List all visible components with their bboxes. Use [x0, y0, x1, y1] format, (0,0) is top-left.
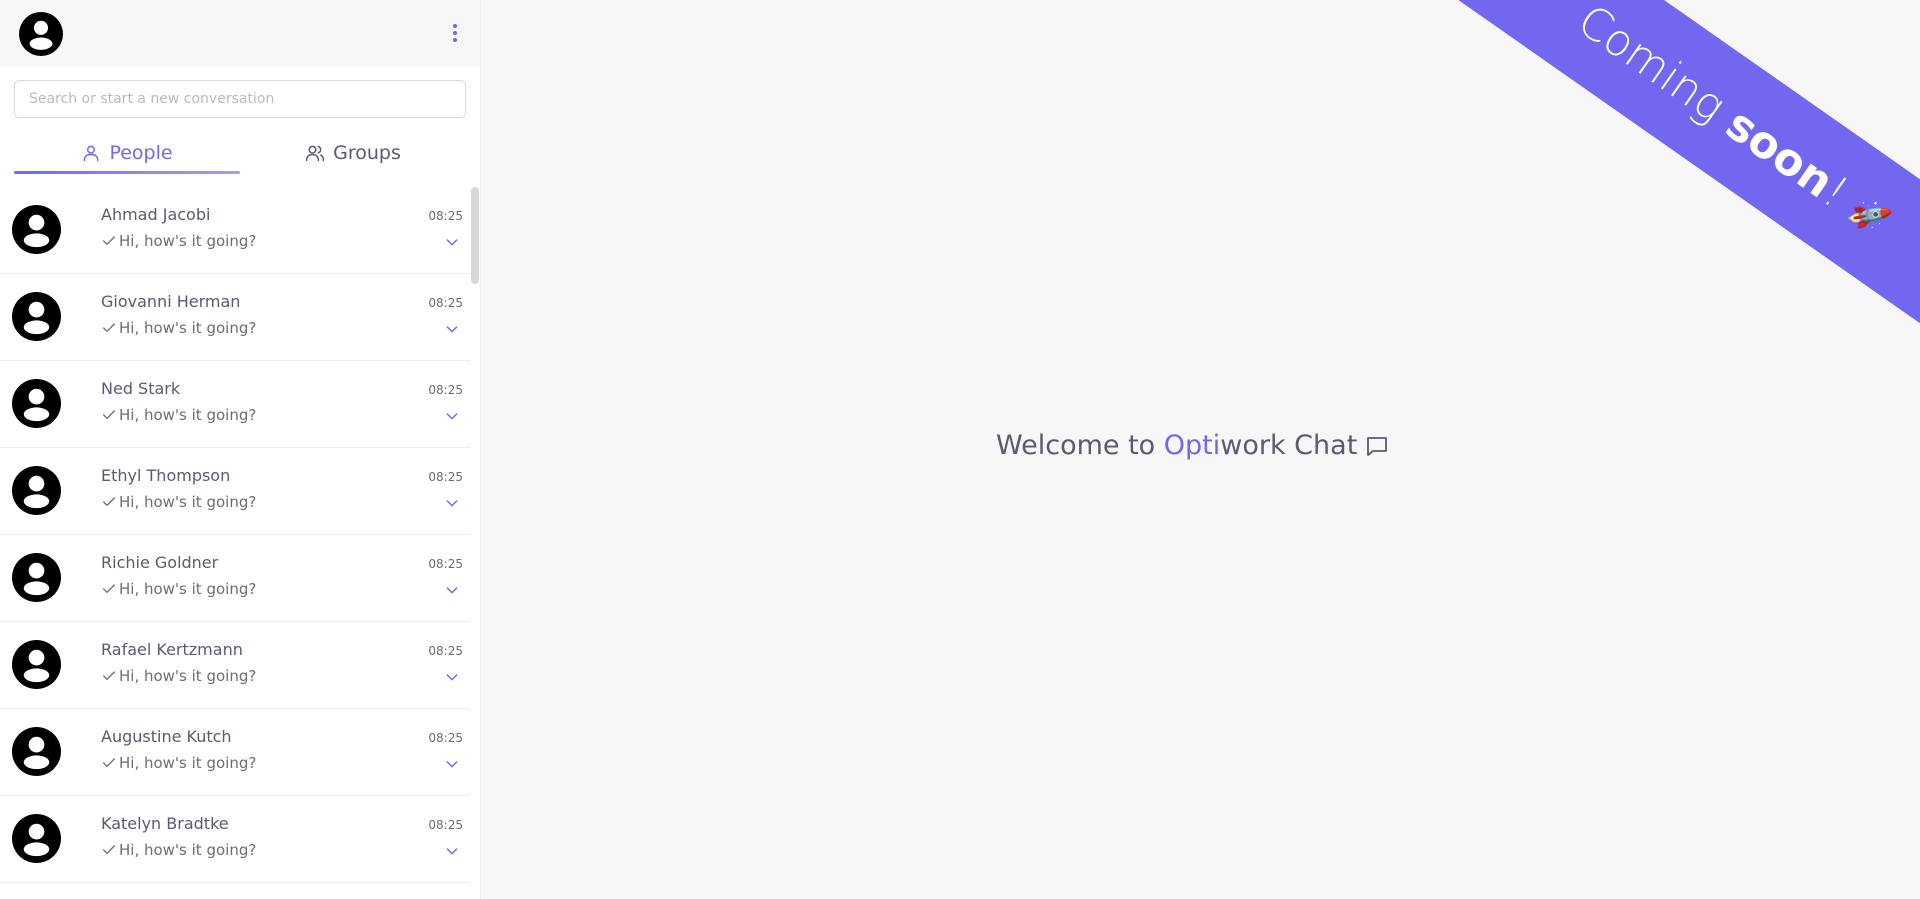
message-time: 08:25 [428, 470, 463, 484]
message-time: 08:25 [428, 731, 463, 745]
chevron-down-icon[interactable] [444, 669, 460, 685]
contact-name: Ned Stark [101, 379, 181, 398]
contact-name: Giovanni Herman [101, 292, 241, 311]
message-time: 08:25 [428, 557, 463, 571]
conversation-item[interactable]: Ahmad Jacobi 08:25 Hi, how's it going? [0, 187, 470, 274]
last-message: Hi, how's it going? [101, 232, 256, 250]
check-icon [103, 584, 115, 593]
ribbon-text-bold: soon [1716, 98, 1843, 208]
last-message: Hi, how's it going? [101, 493, 256, 511]
last-message-text: Hi, how's it going? [119, 667, 257, 685]
tab-bar: People Groups [14, 132, 466, 174]
conversation-item[interactable]: Augustine Kutch 08:25 Hi, how's it going… [0, 709, 470, 796]
welcome-message: Welcome to Opti work Chat [996, 430, 1389, 461]
conversation-item[interactable]: Katelyn Bradtke 08:25 Hi, how's it going… [0, 796, 470, 883]
message-time: 08:25 [428, 383, 463, 397]
chevron-down-icon[interactable] [444, 321, 460, 337]
message-time: 08:25 [428, 818, 463, 832]
scrollbar[interactable] [471, 187, 479, 284]
chevron-down-icon[interactable] [444, 234, 460, 250]
last-message-text: Hi, how's it going? [119, 232, 257, 250]
last-message-text: Hi, how's it going? [119, 493, 257, 511]
tab-people[interactable]: People [14, 132, 240, 174]
contact-avatar [12, 553, 61, 602]
conversation-item[interactable]: Giovanni Herman 08:25 Hi, how's it going… [0, 274, 470, 361]
message-time: 08:25 [428, 644, 463, 658]
search-input[interactable] [14, 80, 466, 118]
conversation-item[interactable]: Ethyl Thompson 08:25 Hi, how's it going? [0, 448, 470, 535]
last-message: Hi, how's it going? [101, 754, 256, 772]
coming-soon-ribbon: Coming soon! 🚀 [1331, 0, 1920, 428]
dot-icon [453, 38, 457, 42]
message-time: 08:25 [428, 209, 463, 223]
welcome-prefix: Welcome to [996, 430, 1164, 461]
last-message: Hi, how's it going? [101, 406, 256, 424]
check-icon [103, 845, 115, 854]
last-message-text: Hi, how's it going? [119, 319, 257, 337]
sidebar: People Groups Ahmad Jacobi 08:25 Hi, how… [0, 0, 481, 899]
tab-groups[interactable]: Groups [240, 132, 466, 174]
chat-app: People Groups Ahmad Jacobi 08:25 Hi, how… [0, 0, 1920, 899]
check-icon [103, 671, 115, 680]
users-icon [306, 145, 325, 162]
check-icon [103, 497, 115, 506]
contact-name: Katelyn Bradtke [101, 814, 229, 833]
last-message: Hi, how's it going? [101, 841, 256, 859]
dot-icon [453, 24, 457, 28]
chat-main: Welcome to Opti work Chat Coming soon! 🚀 [481, 0, 1920, 899]
contact-avatar [12, 640, 61, 689]
chevron-down-icon[interactable] [444, 843, 460, 859]
check-icon [103, 410, 115, 419]
contact-avatar [12, 379, 61, 428]
last-message: Hi, how's it going? [101, 319, 256, 337]
tab-groups-label: Groups [333, 142, 401, 164]
last-message-text: Hi, how's it going? [119, 580, 257, 598]
chevron-down-icon[interactable] [444, 495, 460, 511]
contact-avatar [12, 727, 61, 776]
check-icon [103, 323, 115, 332]
brand-accent: Opti [1163, 430, 1221, 461]
check-icon [103, 236, 115, 245]
dot-icon [453, 31, 457, 35]
message-square-icon [1367, 436, 1388, 456]
contact-name: Augustine Kutch [101, 727, 232, 746]
check-icon [103, 758, 115, 767]
contact-avatar [12, 814, 61, 863]
last-message-text: Hi, how's it going? [119, 841, 257, 859]
more-options-button[interactable] [447, 20, 463, 46]
last-message-text: Hi, how's it going? [119, 754, 257, 772]
conversation-list: Ahmad Jacobi 08:25 Hi, how's it going? G… [0, 187, 470, 899]
user-icon [84, 145, 99, 162]
conversation-item[interactable]: Richie Goldner 08:25 Hi, how's it going? [0, 535, 470, 622]
contact-name: Richie Goldner [101, 553, 219, 572]
conversation-item[interactable]: Rafael Kertzmann 08:25 Hi, how's it goin… [0, 622, 470, 709]
rocket-icon: 🚀 [1844, 190, 1895, 241]
contact-name: Rafael Kertzmann [101, 640, 243, 659]
contact-avatar [12, 205, 61, 254]
contact-avatar [12, 292, 61, 341]
chevron-down-icon[interactable] [444, 756, 460, 772]
user-avatar[interactable] [19, 12, 63, 56]
tab-people-label: People [109, 142, 173, 164]
message-time: 08:25 [428, 296, 463, 310]
ribbon-text-end: ! [1813, 166, 1858, 218]
contact-name: Ahmad Jacobi [101, 205, 211, 224]
sidebar-header [0, 0, 480, 66]
contact-name: Ethyl Thompson [101, 466, 231, 485]
chevron-down-icon[interactable] [444, 408, 460, 424]
contact-avatar [12, 466, 61, 515]
conversation-item[interactable]: Ned Stark 08:25 Hi, how's it going? [0, 361, 470, 448]
chevron-down-icon[interactable] [444, 582, 460, 598]
last-message: Hi, how's it going? [101, 667, 256, 685]
last-message: Hi, how's it going? [101, 580, 256, 598]
welcome-suffix: work Chat [1220, 430, 1358, 461]
ribbon-text-light: Coming [1568, 0, 1747, 141]
last-message-text: Hi, how's it going? [119, 406, 257, 424]
